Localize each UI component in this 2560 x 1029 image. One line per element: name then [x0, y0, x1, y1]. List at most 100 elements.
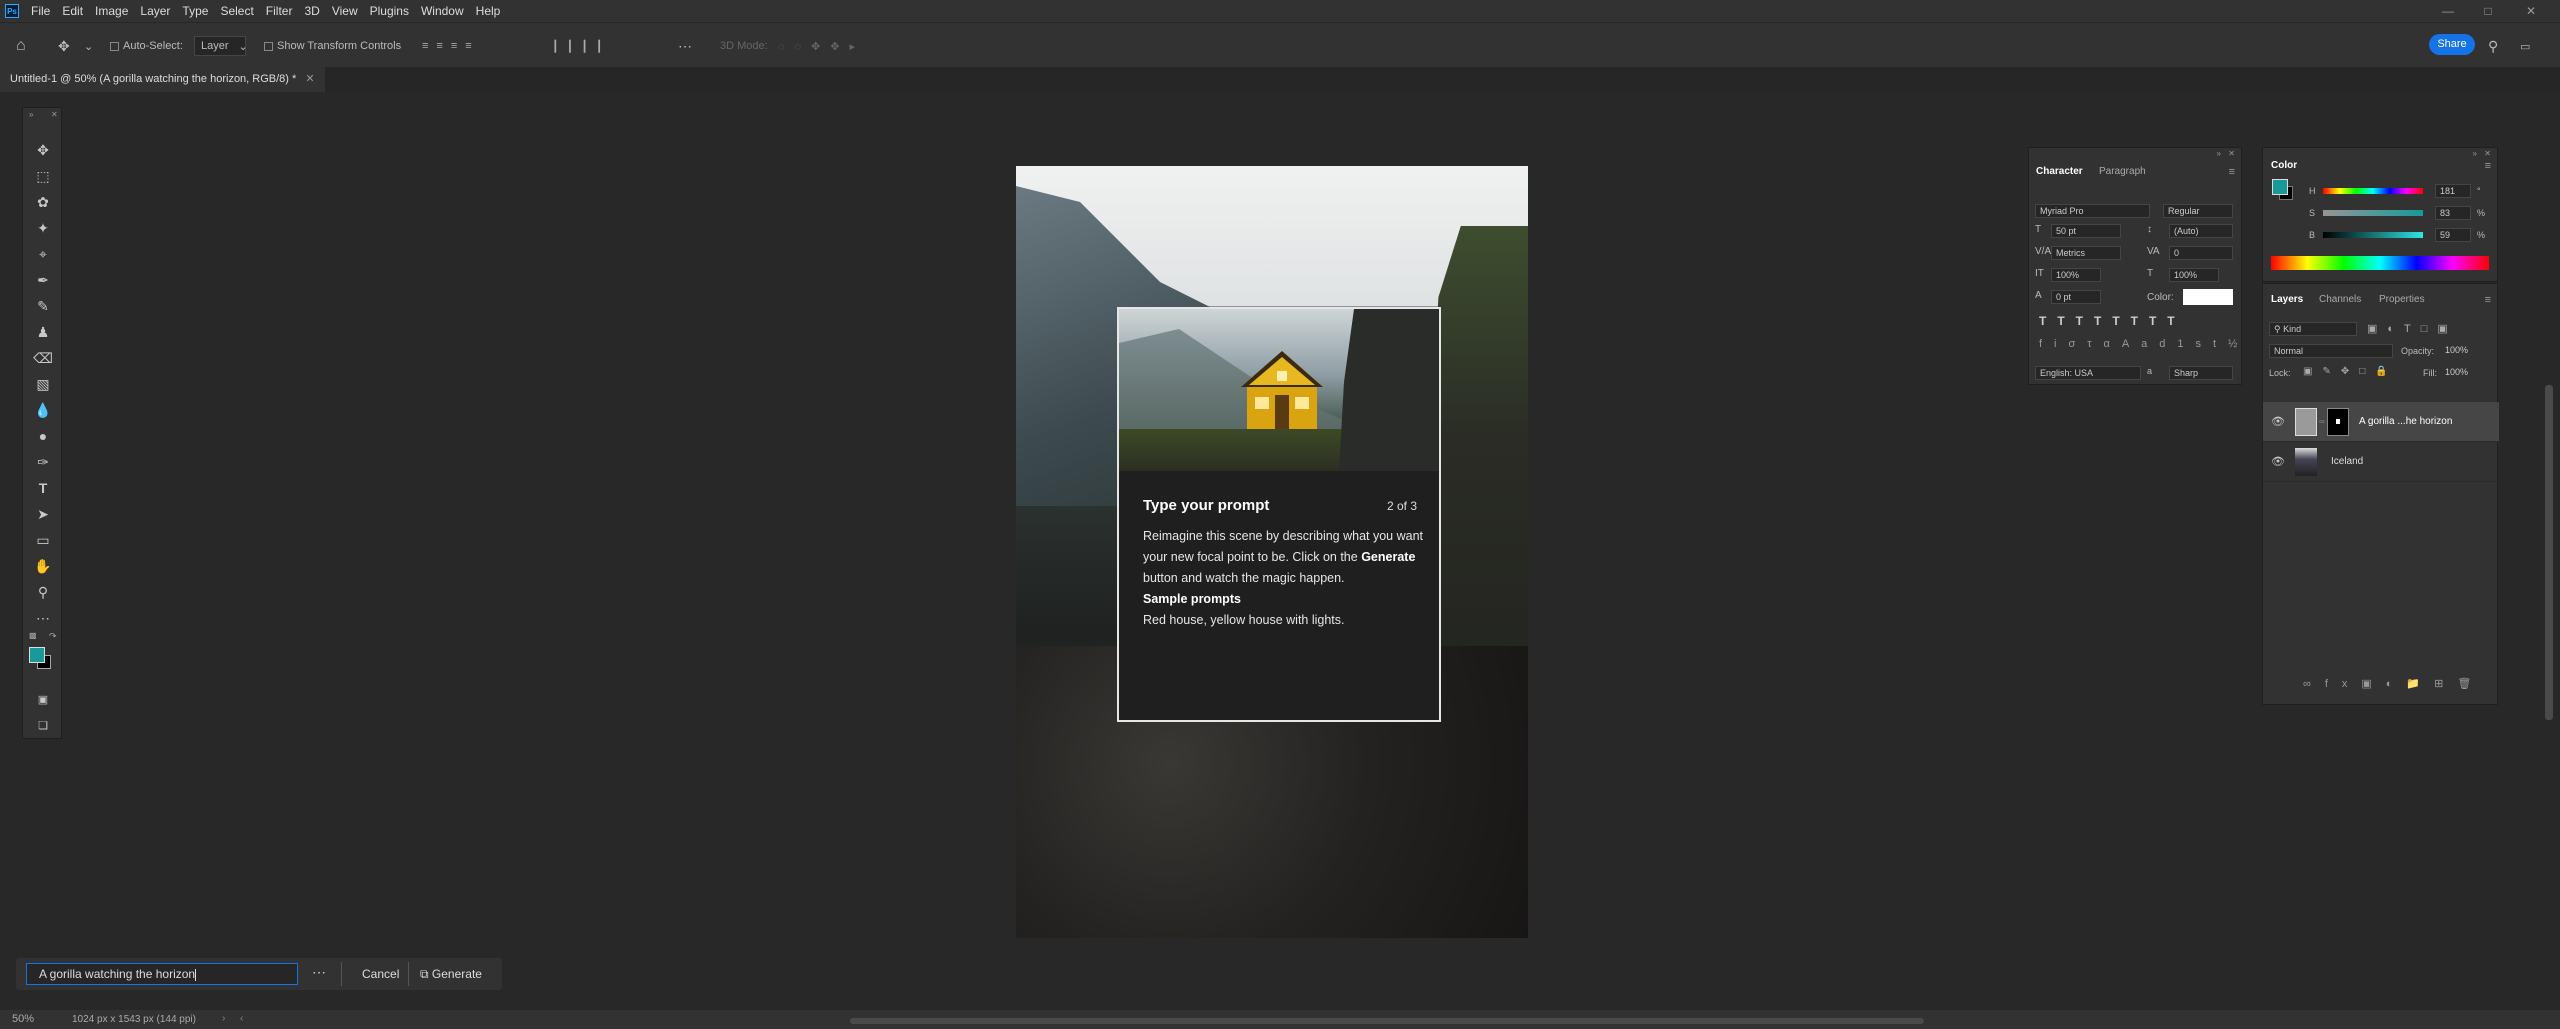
workspace-icon[interactable]: ▭ — [2520, 36, 2530, 56]
document-tab[interactable]: Untitled-1 @ 50% (A gorilla watching the… — [0, 67, 325, 92]
panel-menu-icon[interactable]: ≡ — [2229, 166, 2235, 178]
tab-layers[interactable]: Layers — [2271, 294, 2303, 305]
share-button[interactable]: Share — [2429, 34, 2475, 55]
foreground-color-swatch[interactable] — [29, 647, 45, 663]
hand-tool-icon[interactable]: ✋ — [31, 555, 55, 577]
eyedropper-icon[interactable]: ✒ — [31, 269, 55, 291]
collapse-icon[interactable]: » — [29, 110, 33, 119]
menu-help[interactable]: Help — [470, 0, 507, 22]
panel-menu-icon[interactable]: ≡ — [2485, 294, 2491, 306]
visibility-eye-icon[interactable]: 👁 — [2271, 455, 2291, 468]
menu-filter[interactable]: Filter — [260, 0, 299, 22]
font-family-dropdown[interactable]: Myriad Pro — [2035, 204, 2150, 218]
swap-colors-icon[interactable]: ↷ — [49, 631, 57, 642]
tracking-field[interactable]: 0 — [2169, 246, 2233, 260]
foreground-color-swatch[interactable] — [2272, 179, 2288, 195]
tab-channels[interactable]: Channels — [2319, 294, 2361, 305]
menu-3d[interactable]: 3D — [298, 0, 325, 22]
eraser-tool-icon[interactable]: ⌫ — [31, 347, 55, 369]
menu-layer[interactable]: Layer — [134, 0, 176, 22]
menu-view[interactable]: View — [326, 0, 364, 22]
move-tool-icon[interactable]: ✥ — [58, 36, 70, 56]
home-icon[interactable]: ⌂ — [16, 36, 26, 56]
hue-field[interactable]: 181 — [2435, 184, 2471, 198]
font-style-dropdown[interactable]: Regular — [2163, 204, 2233, 218]
close-panel-icon[interactable]: ✕ — [2484, 149, 2491, 158]
pen-tool-icon[interactable]: ✑ — [31, 451, 55, 473]
visibility-eye-icon[interactable]: 👁 — [2271, 415, 2291, 428]
move-tool-icon[interactable]: ✥ — [31, 139, 55, 161]
more-options-icon[interactable]: ⋯ — [312, 964, 326, 981]
saturation-field[interactable]: 83 — [2435, 206, 2471, 220]
path-select-icon[interactable]: ➤ — [31, 503, 55, 525]
rectangle-tool-icon[interactable]: ▭ — [31, 529, 55, 551]
layer-filter-icons[interactable]: ▣◐T□▣ — [2367, 322, 2458, 335]
search-icon[interactable]: ⚲ — [2488, 36, 2498, 56]
baseline-shift-field[interactable]: 0 pt — [2051, 290, 2101, 304]
zoom-tool-icon[interactable]: ⚲ — [31, 581, 55, 603]
collapse-icon[interactable]: » — [2473, 149, 2477, 158]
distribute-icons[interactable]: ┃┃┃┃ — [552, 36, 611, 56]
layer-action-icons[interactable]: ∞fx▣◐📁⊞🗑 — [2303, 677, 2485, 690]
layer-row[interactable]: 👁 ∞ A gorilla ...he horizon — [2263, 402, 2499, 442]
object-select-icon[interactable]: ✦ — [31, 217, 55, 239]
close-tab-icon[interactable]: ✕ — [305, 73, 314, 85]
lasso-tool-icon[interactable]: ✿ — [31, 191, 55, 213]
generate-button[interactable]: ⧉ Generate — [420, 967, 482, 982]
show-transform-checkbox[interactable]: Show Transform Controls — [264, 36, 401, 56]
lock-icons[interactable]: ▣✎✥□🔒 — [2303, 366, 2398, 377]
font-size-field[interactable]: 50 pt — [2051, 224, 2121, 238]
menu-type[interactable]: Type — [176, 0, 214, 22]
antialias-dropdown[interactable]: Sharp — [2169, 366, 2233, 380]
menu-window[interactable]: Window — [415, 0, 470, 22]
layer-filter-dropdown[interactable]: ⚲ Kind — [2269, 322, 2357, 336]
maximize-icon[interactable]: □ — [2465, 0, 2511, 22]
chevron-down-icon[interactable]: ⌄ — [84, 36, 93, 56]
leading-field[interactable]: (Auto) — [2169, 224, 2233, 238]
panel-menu-icon[interactable]: ≡ — [2485, 160, 2491, 172]
blur-tool-icon[interactable]: 💧 — [31, 399, 55, 421]
close-panel-icon[interactable]: ✕ — [51, 110, 58, 119]
hue-slider[interactable] — [2323, 188, 2423, 194]
tab-character[interactable]: Character — [2036, 166, 2083, 177]
zoom-level[interactable]: 50% — [12, 1013, 34, 1025]
document-info[interactable]: 1024 px x 1543 px (144 ppi) — [72, 1014, 196, 1025]
screen-mode-icon[interactable]: ❏ — [31, 715, 55, 737]
crop-tool-icon[interactable]: ⌖ — [31, 243, 55, 265]
brightness-field[interactable]: 59 — [2435, 228, 2471, 242]
language-dropdown[interactable]: English: USA — [2035, 366, 2141, 380]
close-window-icon[interactable]: ✕ — [2508, 0, 2554, 22]
marquee-tool-icon[interactable]: ⬚ — [31, 165, 55, 187]
opacity-field[interactable]: 100% — [2441, 344, 2485, 358]
text-color-swatch[interactable] — [2183, 289, 2233, 305]
gradient-tool-icon[interactable]: ▧ — [31, 373, 55, 395]
vertical-scrollbar[interactable] — [2545, 385, 2553, 720]
menu-file[interactable]: File — [25, 0, 56, 22]
cancel-button[interactable]: Cancel — [362, 967, 399, 981]
opentype-buttons[interactable]: fiσταAad1st½ — [2039, 338, 2249, 350]
stamp-tool-icon[interactable]: ♟ — [31, 321, 55, 343]
horizontal-scrollbar[interactable] — [850, 1018, 1924, 1024]
collapse-icon[interactable]: » — [2217, 149, 2221, 158]
more-options-icon[interactable]: ⋯ — [678, 36, 692, 56]
text-style-buttons[interactable]: TTTTTTTT — [2039, 314, 2186, 328]
default-colors-icon[interactable]: ▩ — [29, 631, 37, 640]
auto-select-dropdown[interactable]: Layer ⌄ — [194, 36, 248, 56]
blend-mode-dropdown[interactable]: Normal — [2269, 344, 2393, 358]
prompt-input[interactable]: A gorilla watching the horizon — [26, 963, 298, 985]
quick-mask-icon[interactable]: ▣ — [31, 689, 55, 711]
auto-select-checkbox[interactable]: Auto-Select: — [110, 36, 183, 56]
chevron-left-icon[interactable]: ‹ — [240, 1013, 243, 1024]
menu-plugins[interactable]: Plugins — [364, 0, 415, 22]
menu-select[interactable]: Select — [214, 0, 259, 22]
menu-edit[interactable]: Edit — [56, 0, 89, 22]
align-icons[interactable]: ≡≡≡≡ — [422, 36, 480, 56]
tab-properties[interactable]: Properties — [2379, 294, 2425, 305]
chevron-right-icon[interactable]: › — [222, 1013, 225, 1024]
saturation-slider[interactable] — [2323, 210, 2423, 216]
dodge-tool-icon[interactable]: ● — [31, 425, 55, 447]
layer-row[interactable]: 👁 Iceland — [2263, 442, 2499, 482]
brightness-slider[interactable] — [2323, 232, 2423, 238]
more-tools-icon[interactable]: ⋯ — [31, 607, 55, 629]
kerning-field[interactable]: Metrics — [2051, 246, 2121, 260]
